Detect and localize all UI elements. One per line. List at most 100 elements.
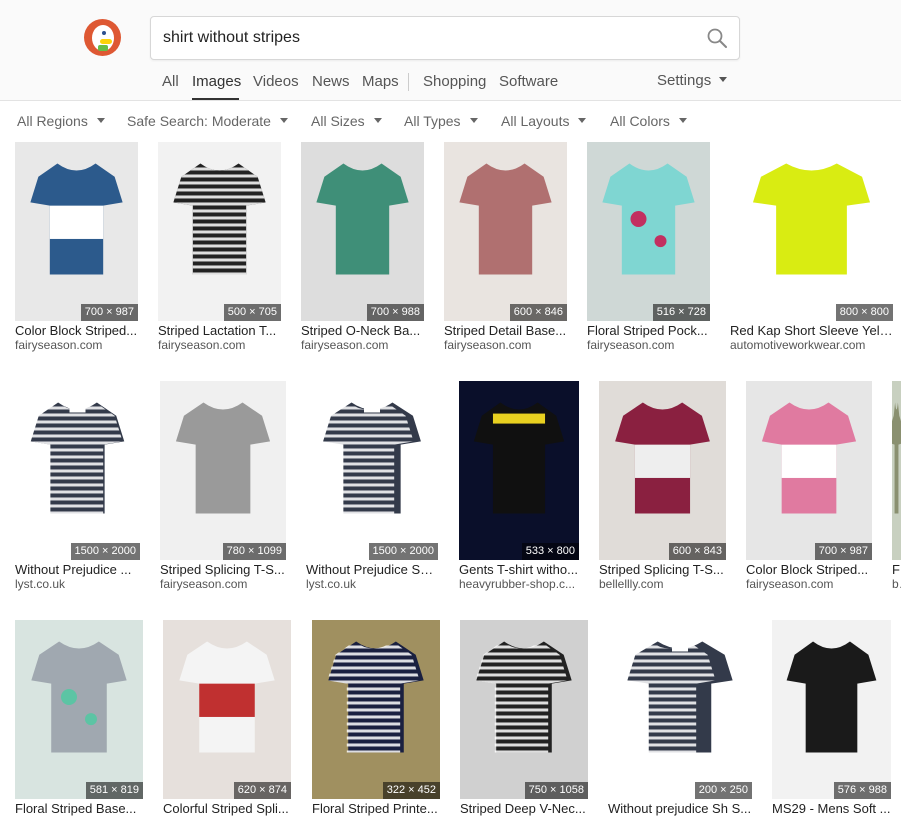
image-dimensions-badge: 800 × 800 <box>835 304 893 321</box>
tab-maps[interactable]: Maps <box>362 73 399 90</box>
result-title[interactable]: Floral Striped Printe... <box>312 801 440 816</box>
result-thumbnail[interactable]: 1500 × 2000 <box>15 381 140 560</box>
result-source[interactable]: fairyseason.com <box>587 338 710 352</box>
result-source[interactable]: fairyseason.com <box>444 338 567 352</box>
result-thumbnail[interactable]: 800 × 800 <box>730 142 893 321</box>
tab-images[interactable]: Images <box>192 73 241 90</box>
result-title[interactable]: Without Prejudice ... <box>15 562 140 577</box>
image-result[interactable]: 600 × 843 Striped Splicing T-S... bellelll… <box>599 381 726 601</box>
image-result[interactable]: Flbe <box>892 381 901 601</box>
filter-layouts[interactable]: All Layouts <box>501 113 587 129</box>
result-title[interactable]: Floral Striped Base... <box>15 801 143 816</box>
result-source[interactable]: lyst.co.uk <box>306 577 438 591</box>
image-result[interactable]: 600 × 846 Striped Detail Base... fairyseas… <box>444 142 567 362</box>
result-thumbnail[interactable]: 500 × 705 <box>158 142 281 321</box>
result-thumbnail[interactable]: 700 × 988 <box>301 142 424 321</box>
result-thumbnail[interactable]: 516 × 728 <box>587 142 710 321</box>
image-result[interactable]: 800 × 800 Red Kap Short Sleeve Yell... aut… <box>730 142 893 362</box>
result-thumbnail[interactable]: 581 × 819 <box>15 620 143 799</box>
result-title[interactable]: Floral Striped Pock... <box>587 323 710 338</box>
result-source[interactable]: automotiveworkwear.com <box>730 338 893 352</box>
image-result[interactable]: 1500 × 2000 Without Prejudice ... lyst.co.… <box>15 381 140 601</box>
image-result[interactable]: 576 × 988 MS29 - Mens Soft ... <box>772 620 891 840</box>
image-result[interactable]: 322 × 452 Floral Striped Printe... <box>312 620 440 840</box>
result-title[interactable]: Color Block Striped... <box>746 562 872 577</box>
result-source[interactable]: fairyseason.com <box>158 338 281 352</box>
result-title[interactable]: Color Block Striped... <box>15 323 138 338</box>
filter-label: All Colors <box>610 113 670 129</box>
filter-label: All Regions <box>17 113 88 129</box>
result-thumbnail[interactable]: 600 × 843 <box>599 381 726 560</box>
result-source[interactable]: lyst.co.uk <box>15 577 140 591</box>
result-thumbnail[interactable]: 200 × 250 <box>608 620 752 799</box>
result-title[interactable]: Red Kap Short Sleeve Yell... <box>730 323 893 338</box>
image-dimensions-badge: 600 × 843 <box>668 543 726 560</box>
image-result[interactable]: 700 × 987 Color Block Striped... fairyseas… <box>746 381 872 601</box>
result-title[interactable]: Striped Deep V-Nec... <box>460 801 588 816</box>
result-title[interactable]: Without Prejudice Sh... <box>306 562 438 577</box>
tab-software[interactable]: Software <box>499 73 558 90</box>
filter-regions[interactable]: All Regions <box>17 113 105 129</box>
image-result[interactable]: 1500 × 2000 Without Prejudice Sh... lyst.c… <box>306 381 438 601</box>
result-thumbnail[interactable]: 322 × 452 <box>312 620 440 799</box>
result-thumbnail[interactable]: 750 × 1058 <box>460 620 588 799</box>
image-dimensions-badge: 600 × 846 <box>509 304 567 321</box>
result-thumbnail[interactable]: 620 × 874 <box>163 620 291 799</box>
image-result[interactable]: 700 × 987 Color Block Striped... fairyseas… <box>15 142 138 362</box>
tab-shopping[interactable]: Shopping <box>423 73 486 90</box>
duckduckgo-logo[interactable] <box>84 19 121 56</box>
image-dimensions-badge: 620 × 874 <box>233 782 291 799</box>
result-source[interactable]: bellellly.com <box>599 577 726 591</box>
result-thumbnail[interactable]: 600 × 846 <box>444 142 567 321</box>
image-result[interactable]: 516 × 728 Floral Striped Pock... fairyseas… <box>587 142 710 362</box>
result-source[interactable]: fairyseason.com <box>301 338 424 352</box>
result-source[interactable]: fairyseason.com <box>746 577 872 591</box>
result-title[interactable]: Striped Splicing T-S... <box>160 562 286 577</box>
chevron-down-icon <box>578 117 587 123</box>
filter-label: Safe Search: Moderate <box>127 113 271 129</box>
image-result[interactable]: 533 × 800 Gents T-shirt witho... heavyrubb… <box>459 381 579 601</box>
filter-types[interactable]: All Types <box>404 113 478 129</box>
image-result[interactable]: 500 × 705 Striped Lactation T... fairyseas… <box>158 142 281 362</box>
tab-videos[interactable]: Videos <box>253 73 299 90</box>
filter-safe-search[interactable]: Safe Search: Moderate <box>127 113 288 129</box>
image-result[interactable]: 581 × 819 Floral Striped Base... <box>15 620 143 840</box>
result-thumbnail[interactable] <box>892 381 901 560</box>
result-source[interactable]: be <box>892 577 901 591</box>
image-dimensions-badge: 516 × 728 <box>652 304 710 321</box>
result-thumbnail[interactable]: 700 × 987 <box>746 381 872 560</box>
result-thumbnail[interactable]: 1500 × 2000 <box>306 381 438 560</box>
result-title[interactable]: Striped Splicing T-S... <box>599 562 726 577</box>
result-title[interactable]: Striped Detail Base... <box>444 323 567 338</box>
result-source[interactable]: fairyseason.com <box>160 577 286 591</box>
image-result[interactable]: 620 × 874 Colorful Striped Spli... <box>163 620 291 840</box>
result-thumbnail[interactable]: 576 × 988 <box>772 620 891 799</box>
tab-news[interactable]: News <box>312 73 350 90</box>
result-thumbnail[interactable]: 780 × 1099 <box>160 381 286 560</box>
filter-sizes[interactable]: All Sizes <box>311 113 382 129</box>
search-icon[interactable] <box>707 28 727 48</box>
nav-divider <box>408 73 409 91</box>
filter-bar: All Regions Safe Search: Moderate All Si… <box>0 101 901 139</box>
search-input[interactable] <box>163 17 683 59</box>
result-thumbnail[interactable]: 533 × 800 <box>459 381 579 560</box>
image-result[interactable]: 780 × 1099 Striped Splicing T-S... fairyse… <box>160 381 286 601</box>
result-title[interactable]: Striped O-Neck Ba... <box>301 323 424 338</box>
result-title[interactable]: Gents T-shirt witho... <box>459 562 579 577</box>
result-source[interactable]: heavyrubber-shop.c... <box>459 577 579 591</box>
image-dimensions-badge: 700 × 988 <box>366 304 424 321</box>
result-title[interactable]: MS29 - Mens Soft ... <box>772 801 891 816</box>
image-result[interactable]: 750 × 1058 Striped Deep V-Nec... <box>460 620 588 840</box>
image-dimensions-badge: 576 × 988 <box>833 782 891 799</box>
result-title[interactable]: Without prejudice Sh S... <box>608 801 752 816</box>
image-result[interactable]: 200 × 250 Without prejudice Sh S... <box>608 620 752 840</box>
result-title[interactable]: Striped Lactation T... <box>158 323 281 338</box>
settings-menu[interactable]: Settings <box>657 72 728 89</box>
result-source[interactable]: fairyseason.com <box>15 338 138 352</box>
image-result[interactable]: 700 × 988 Striped O-Neck Ba... fairyseason… <box>301 142 424 362</box>
result-thumbnail[interactable]: 700 × 987 <box>15 142 138 321</box>
result-title[interactable]: Colorful Striped Spli... <box>163 801 291 816</box>
filter-colors[interactable]: All Colors <box>610 113 687 129</box>
tab-all[interactable]: All <box>162 73 179 90</box>
result-title[interactable]: Fl <box>892 562 901 577</box>
